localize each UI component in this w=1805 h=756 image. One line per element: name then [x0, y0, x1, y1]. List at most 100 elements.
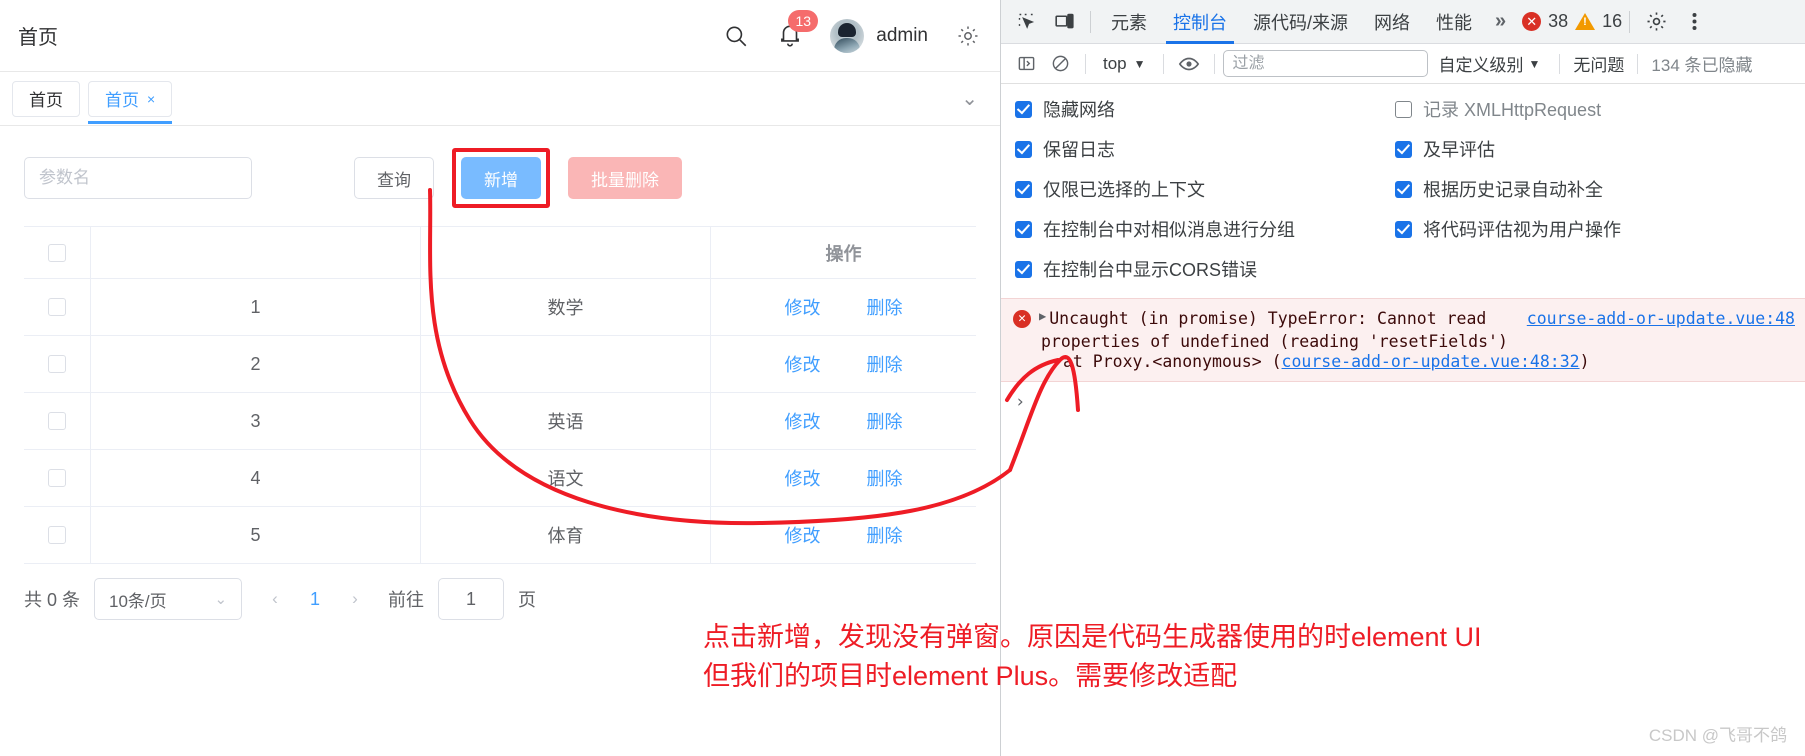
- filter-input[interactable]: [1222, 50, 1428, 77]
- row-checkbox[interactable]: [48, 412, 66, 430]
- page-size-value: 10条/页: [109, 591, 167, 611]
- checkbox-checked-icon[interactable]: [1395, 220, 1412, 238]
- tab-elements[interactable]: 元素: [1098, 0, 1160, 44]
- total-count-label: 共 0 条: [24, 590, 81, 610]
- setting-selected-context-only[interactable]: 仅限已选择的上下文: [1015, 176, 1395, 202]
- setting-show-cors-errors[interactable]: 在控制台中显示CORS错误: [1015, 256, 1395, 282]
- tab-console[interactable]: 控制台: [1160, 0, 1240, 44]
- gear-icon[interactable]: [954, 22, 982, 50]
- expand-arrow-icon[interactable]: ▶: [1039, 307, 1046, 325]
- table-row[interactable]: 4 语文 修改 删除: [24, 450, 976, 507]
- add-button[interactable]: 新增: [461, 157, 541, 199]
- checkbox-checked-icon[interactable]: [1015, 180, 1032, 198]
- setting-eager-evaluation[interactable]: 及早评估: [1395, 136, 1621, 162]
- clear-console-icon[interactable]: [1043, 49, 1077, 79]
- checkbox-checked-icon[interactable]: [1395, 180, 1412, 198]
- cell-operations: 修改 删除: [711, 507, 976, 563]
- setting-log-xmlhttprequest[interactable]: 记录 XMLHttpRequest: [1395, 96, 1621, 122]
- row-checkbox[interactable]: [48, 298, 66, 316]
- cell-id: 2: [91, 336, 421, 392]
- table-row[interactable]: 1 数学 修改 删除: [24, 279, 976, 336]
- kebab-menu-icon[interactable]: [1675, 5, 1713, 39]
- tab-home-active[interactable]: 首页 ×: [88, 80, 173, 124]
- delete-link[interactable]: 删除: [867, 294, 903, 320]
- edit-link[interactable]: 修改: [785, 351, 821, 377]
- stack-suffix: ): [1579, 351, 1590, 371]
- console-settings-panel: 隐藏网络 保留日志 仅限已选择的上下文 在控制台中对相似消息进行分组 在控制台中…: [1001, 84, 1805, 288]
- console-input-prompt[interactable]: ›: [1001, 382, 1805, 422]
- chevron-down-icon: ▼: [1528, 56, 1541, 71]
- setting-autocomplete-from-history[interactable]: 根据历史记录自动补全: [1395, 176, 1621, 202]
- page-size-select[interactable]: 10条/页 ⌄: [94, 578, 243, 620]
- bell-icon[interactable]: 13: [776, 9, 819, 50]
- more-tabs-icon[interactable]: »: [1485, 10, 1516, 33]
- jump-page-input[interactable]: [438, 578, 505, 620]
- checkbox-checked-icon[interactable]: [1015, 220, 1032, 238]
- divider: [1629, 10, 1631, 33]
- table-header-row: 操作: [24, 227, 976, 279]
- table-row[interactable]: 2 修改 删除: [24, 336, 976, 393]
- close-icon[interactable]: ×: [147, 91, 155, 107]
- device-toolbar-icon[interactable]: [1045, 5, 1083, 39]
- checkbox-unchecked-icon[interactable]: [1395, 100, 1412, 118]
- execution-context-select[interactable]: top ▼: [1094, 54, 1155, 74]
- checkbox-checked-icon[interactable]: [1015, 260, 1032, 278]
- table-row[interactable]: 5 体育 修改 删除: [24, 507, 976, 564]
- devtools-tab-bar: 元素 控制台 源代码/来源 网络 性能 » ✕ 38 16: [1001, 0, 1805, 44]
- context-value: top: [1103, 53, 1127, 73]
- row-checkbox[interactable]: [48, 355, 66, 373]
- checkbox-checked-icon[interactable]: [1395, 140, 1412, 158]
- chevron-down-icon[interactable]: ⌄: [961, 86, 988, 111]
- next-page-button[interactable]: ›: [336, 579, 375, 619]
- select-all-checkbox[interactable]: [48, 243, 66, 262]
- page-number-1[interactable]: 1: [296, 579, 335, 619]
- tab-performance[interactable]: 性能: [1423, 0, 1485, 44]
- setting-hide-network[interactable]: 隐藏网络: [1015, 96, 1395, 122]
- cell-id: 4: [91, 450, 421, 506]
- search-icon[interactable]: [722, 22, 750, 50]
- cell-operations: 修改 删除: [711, 393, 976, 449]
- setting-treat-eval-as-user-action[interactable]: 将代码评估视为用户操作: [1395, 216, 1621, 242]
- no-issues-label[interactable]: 无问题: [1568, 51, 1629, 76]
- edit-link[interactable]: 修改: [785, 408, 821, 434]
- gear-icon[interactable]: [1637, 5, 1675, 39]
- delete-link[interactable]: 删除: [867, 522, 903, 548]
- breadcrumb: 首页: [18, 27, 58, 49]
- devtools-panel: 元素 控制台 源代码/来源 网络 性能 » ✕ 38 16: [1000, 0, 1805, 756]
- search-input[interactable]: [24, 157, 252, 199]
- tab-home[interactable]: 首页: [12, 80, 80, 117]
- batch-delete-button[interactable]: 批量删除: [568, 157, 682, 199]
- setting-group-similar[interactable]: 在控制台中对相似消息进行分组: [1015, 216, 1395, 242]
- live-expression-icon[interactable]: [1172, 49, 1206, 79]
- error-count: 38: [1548, 11, 1569, 31]
- cell-name: 语文: [421, 450, 711, 506]
- row-checkbox[interactable]: [48, 469, 66, 487]
- error-source-link[interactable]: course-add-or-update.vue:48: [1513, 307, 1795, 332]
- prev-page-button[interactable]: ‹: [256, 579, 295, 619]
- delete-link[interactable]: 删除: [867, 351, 903, 377]
- issue-counters[interactable]: ✕ 38 16: [1516, 11, 1622, 32]
- error-icon: ✕: [1522, 12, 1542, 31]
- inspect-element-icon[interactable]: [1007, 5, 1045, 39]
- checkbox-checked-icon[interactable]: [1015, 140, 1032, 158]
- checkbox-checked-icon[interactable]: [1015, 100, 1032, 118]
- console-error-message[interactable]: ✕ ▶ Uncaught (in promise) TypeError: Can…: [1001, 298, 1805, 382]
- edit-link[interactable]: 修改: [785, 465, 821, 491]
- edit-link[interactable]: 修改: [785, 522, 821, 548]
- tab-sources[interactable]: 源代码/来源: [1240, 0, 1361, 44]
- delete-link[interactable]: 删除: [867, 408, 903, 434]
- stack-link[interactable]: course-add-or-update.vue:48:32: [1282, 352, 1580, 371]
- console-sidebar-icon[interactable]: [1009, 49, 1043, 79]
- delete-link[interactable]: 删除: [867, 465, 903, 491]
- app-header: 首页 13 admin: [0, 0, 1000, 72]
- setting-preserve-log[interactable]: 保留日志: [1015, 136, 1395, 162]
- error-icon: ✕: [1013, 310, 1031, 328]
- table-row[interactable]: 3 英语 修改 删除: [24, 393, 976, 450]
- query-button[interactable]: 查询: [354, 157, 434, 199]
- user-profile[interactable]: admin: [830, 18, 928, 53]
- divider: [1090, 10, 1091, 33]
- row-checkbox[interactable]: [48, 526, 66, 544]
- tab-network[interactable]: 网络: [1361, 0, 1423, 44]
- log-level-select[interactable]: 自定义级别 ▼: [1428, 51, 1552, 76]
- edit-link[interactable]: 修改: [785, 294, 821, 320]
